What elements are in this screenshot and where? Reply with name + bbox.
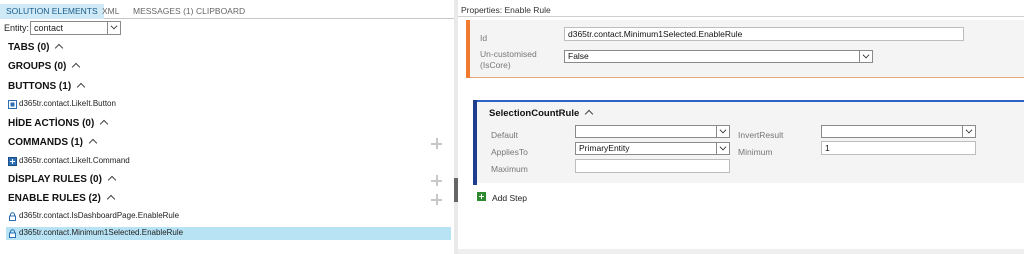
applies-to-select-value: PrimaryEntity — [579, 143, 630, 153]
lock-icon — [9, 229, 16, 238]
section-hide-actions-title: HİDE ACTİONS (0) — [8, 118, 95, 129]
invert-result-label: InvertResult — [738, 130, 784, 140]
enable-rule-card: Id d365tr.contact.Minimum1Selected.Enabl… — [466, 20, 1024, 78]
chevron-up-icon[interactable] — [72, 62, 81, 72]
section-tabs-title: TABS (0) — [8, 42, 50, 53]
minimum-field[interactable]: 1 — [821, 141, 976, 155]
invert-result-select[interactable] — [821, 125, 976, 138]
chevron-up-icon[interactable] — [55, 43, 64, 53]
divider — [458, 16, 1024, 17]
list-item-label: d365tr.contact.LikeIt.Command — [19, 156, 130, 165]
bottom-divider — [458, 249, 1024, 254]
section-groups-title: GROUPS (0) — [8, 61, 67, 72]
chevron-up-icon[interactable] — [585, 109, 594, 119]
minimum-field-value: 1 — [825, 143, 830, 153]
section-enable-rules[interactable]: ENABLE RULES (2) — [8, 193, 116, 207]
chevron-down-icon — [962, 126, 975, 137]
chevron-down-icon — [107, 22, 120, 34]
plus-icon — [477, 192, 486, 201]
properties-pane: Properties: Enable Rule Id d365tr.contac… — [458, 0, 1024, 254]
chevron-up-icon[interactable] — [100, 119, 109, 129]
list-item-label: d365tr.contact.Minimum1Selected.EnableRu… — [19, 228, 184, 237]
selection-rule-title-text: SelectionCountRule — [489, 108, 580, 119]
tab-xml[interactable]: XML — [102, 4, 119, 19]
section-hide-actions[interactable]: HİDE ACTİONS (0) — [8, 118, 109, 132]
chevron-up-icon[interactable] — [88, 138, 98, 148]
section-commands-title: COMMANDS (1) — [8, 137, 83, 148]
selection-rule-title[interactable]: SelectionCountRule — [489, 108, 594, 119]
applies-to-select[interactable]: PrimaryEntity — [575, 142, 730, 155]
chevron-up-icon[interactable] — [107, 175, 117, 185]
maximum-field[interactable] — [575, 159, 730, 173]
tab-solution-elements[interactable]: SOLUTION ELEMENTS — [0, 4, 104, 19]
add-step-label: Add Step — [492, 193, 527, 203]
uncustomised-select[interactable]: False — [564, 50, 873, 63]
solution-elements-pane: SOLUTION ELEMENTS XML MESSAGES (1) CLIPB… — [0, 0, 454, 254]
section-buttons[interactable]: BUTTONS (1) — [8, 81, 86, 95]
chevron-up-icon[interactable] — [76, 82, 86, 92]
list-item-label: d365tr.contact.LikeIt.Button — [19, 99, 116, 108]
tab-clipboard[interactable]: CLIPBOARD — [196, 4, 245, 19]
maximum-label: Maximum — [491, 164, 528, 174]
properties-title: Properties: Enable Rule — [461, 5, 551, 15]
lock-icon — [9, 212, 16, 221]
default-label: Default — [491, 130, 518, 140]
list-item-enable-rule-selected[interactable]: d365tr.contact.Minimum1Selected.EnableRu… — [6, 227, 451, 240]
id-label: Id — [480, 33, 488, 43]
button-icon — [8, 100, 17, 109]
chevron-down-icon — [716, 143, 729, 154]
id-field[interactable]: d365tr.contact.Minimum1Selected.EnableRu… — [564, 27, 964, 41]
section-tabs[interactable]: TABS (0) — [8, 42, 64, 56]
add-display-rule-plus-icon[interactable] — [431, 175, 442, 186]
entity-select-value: contact — [34, 23, 64, 33]
default-select[interactable] — [575, 125, 730, 138]
list-item-label: d365tr.contact.IsDashboardPage.EnableRul… — [19, 211, 180, 220]
section-buttons-title: BUTTONS (1) — [8, 81, 72, 92]
entity-label: Entity: — [4, 23, 30, 33]
id-field-value: d365tr.contact.Minimum1Selected.EnableRu… — [568, 29, 743, 39]
rule-accent-bar — [466, 20, 470, 78]
chevron-down-icon — [716, 126, 729, 137]
section-display-rules-title: DİSPLAY RULES (0) — [8, 174, 102, 185]
step-accent-bar — [473, 100, 477, 185]
uncustomised-select-value: False — [568, 51, 589, 61]
chevron-up-icon[interactable] — [106, 194, 116, 204]
add-enable-rule-plus-icon[interactable] — [431, 194, 442, 205]
command-icon — [8, 157, 17, 166]
applies-to-label: AppliesTo — [491, 147, 528, 157]
selection-count-rule-card: SelectionCountRule Default InvertResult … — [473, 100, 1024, 185]
chevron-down-icon — [859, 51, 872, 62]
minimum-label: Minimum — [738, 147, 773, 157]
section-enable-rules-title: ENABLE RULES (2) — [8, 193, 101, 204]
uncustomised-label: Un-customised — [480, 49, 537, 59]
section-commands[interactable]: COMMANDS (1) — [8, 137, 98, 151]
tab-bar: SOLUTION ELEMENTS XML MESSAGES (1) CLIPB… — [0, 4, 454, 19]
iscore-label: (IsCore) — [480, 60, 511, 70]
section-groups[interactable]: GROUPS (0) — [8, 61, 81, 75]
add-command-plus-icon[interactable] — [431, 138, 442, 149]
entity-select[interactable]: contact — [30, 21, 121, 35]
tab-messages[interactable]: MESSAGES (1) — [133, 4, 193, 19]
section-display-rules[interactable]: DİSPLAY RULES (0) — [8, 174, 117, 188]
